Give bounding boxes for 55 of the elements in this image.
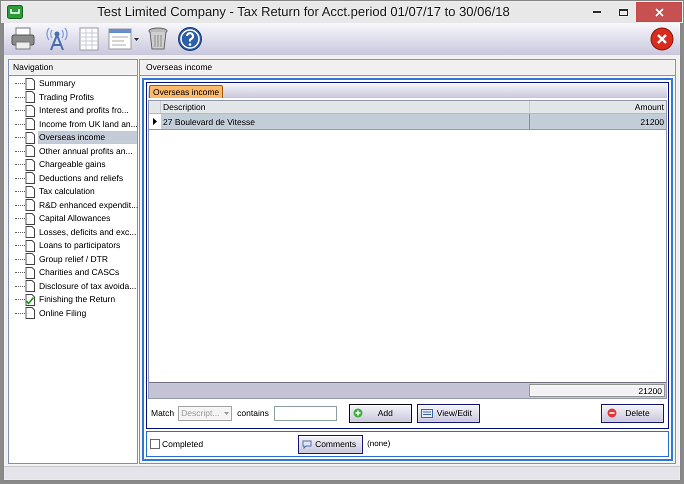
form-icon xyxy=(420,408,433,418)
tab[interactable]: Overseas income xyxy=(149,85,224,98)
navigation-item[interactable]: Summary xyxy=(38,77,78,90)
close-icon[interactable] xyxy=(650,27,674,51)
add-button[interactable]: Add xyxy=(348,404,412,422)
form-dropdown-button[interactable] xyxy=(108,26,139,52)
completed-label: Completed xyxy=(162,438,204,450)
spreadsheet-icon[interactable] xyxy=(78,26,100,52)
table-row[interactable]: 27 Boulevard de Vitesse 21200 xyxy=(149,114,666,130)
column-header[interactable]: Amount xyxy=(530,101,666,113)
completed-checkbox[interactable] xyxy=(150,439,160,449)
close-button[interactable] xyxy=(636,2,682,22)
navigation-item[interactable]: Online Filing xyxy=(38,306,88,320)
table-cell: 27 Boulevard de Vitesse xyxy=(161,114,530,129)
navigation-item[interactable]: Capital Allowances xyxy=(38,212,112,226)
search-field[interactable] xyxy=(274,406,337,420)
column-header[interactable]: Description xyxy=(161,101,530,113)
navigation-item[interactable]: Chargeable gains xyxy=(38,158,108,172)
navigation-item[interactable]: Disclosure of tax avoida... xyxy=(38,280,138,293)
help-icon[interactable] xyxy=(177,26,203,52)
navigation-item[interactable]: Trading Profits xyxy=(38,90,96,104)
comments-button[interactable]: Comments xyxy=(298,434,364,454)
comments-value: (none) xyxy=(367,438,390,450)
app-icon xyxy=(7,5,23,19)
navigation-item[interactable]: Charities and CASCs xyxy=(38,266,122,280)
total-cell: 21200 xyxy=(529,384,665,397)
navigation-item[interactable]: Loans to participators xyxy=(38,239,122,252)
minus-icon xyxy=(607,408,617,418)
table-cell-text: 21200 xyxy=(639,116,665,129)
navigation-item[interactable]: Finishing the Return xyxy=(38,293,118,306)
navigation-item[interactable]: Losses, deficits and exc... xyxy=(38,226,138,239)
navigation-item[interactable]: Group relief / DTR xyxy=(38,252,110,266)
dropdown-arrow-icon xyxy=(224,412,230,414)
speech-bubble-icon xyxy=(302,440,312,448)
window-title: Test Limited Company - Tax Return for Acct.period 01/07/17 to 30/06/18 xyxy=(96,3,511,22)
view-edit-button[interactable]: View/Edit xyxy=(416,404,480,422)
navigation-item[interactable]: Interest and profits fro... xyxy=(38,104,131,118)
navigation-item[interactable]: R&D enhanced expendit... xyxy=(38,198,140,212)
match-label: Match xyxy=(151,406,174,420)
navigation-item[interactable]: Tax calculation xyxy=(38,185,97,198)
row-pointer-icon xyxy=(153,118,157,125)
page-title: Overseas income xyxy=(146,61,212,74)
navigation-item[interactable]: Income from UK land an... xyxy=(38,118,140,131)
contains-label: contains xyxy=(237,406,269,420)
panel-title: Navigation xyxy=(13,61,54,74)
dropdown-arrow-icon xyxy=(134,38,139,40)
printer-icon[interactable] xyxy=(10,26,36,52)
navigation-item[interactable]: Overseas income xyxy=(38,131,137,144)
close-icon xyxy=(654,8,664,16)
navigation-item[interactable]: Deductions and reliefs xyxy=(38,172,126,185)
navigation-item[interactable]: Other annual profits an... xyxy=(38,144,135,158)
antenna-icon[interactable] xyxy=(44,26,70,52)
trash-bin-icon[interactable] xyxy=(147,26,169,52)
delete-button[interactable]: Delete xyxy=(601,404,664,422)
plus-icon xyxy=(352,408,363,418)
